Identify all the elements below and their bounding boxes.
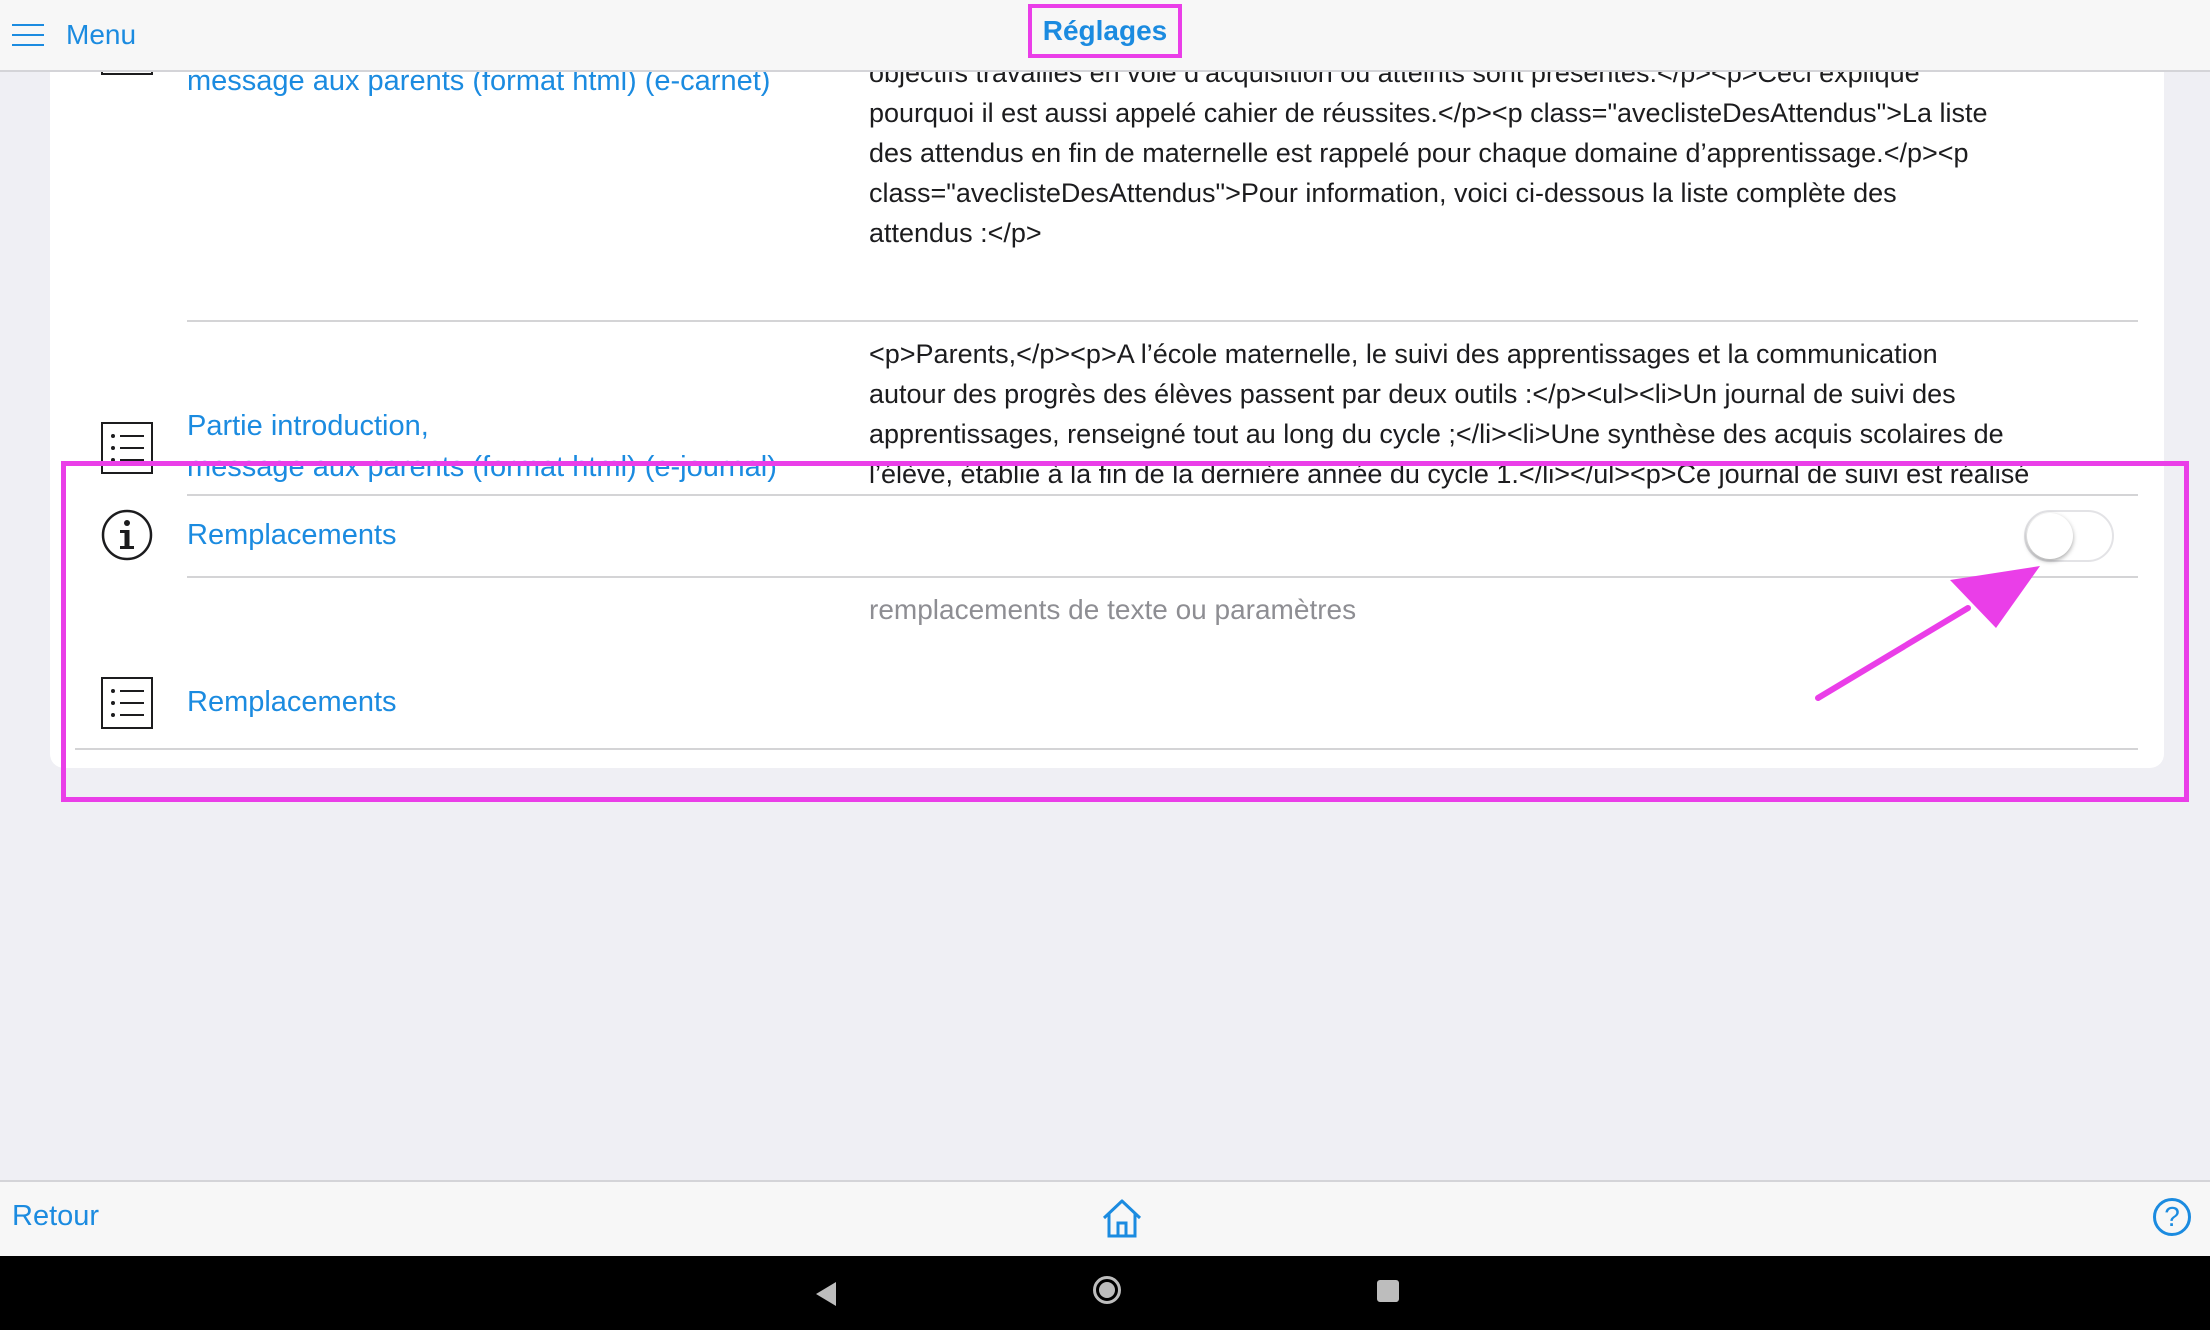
setting-row-intro-carnet[interactable]: message aux parents (format html) (e-car… [50,23,2164,322]
value-line: attendus :</p> [869,218,1042,248]
home-icon[interactable] [1100,1196,1144,1240]
nav-back-icon[interactable] [816,1282,836,1306]
setting-hint: remplacements de texte ou paramètres [869,594,1357,625]
setting-row-remplacements-list[interactable]: remplacements de texte ou paramètres Rem… [50,578,2164,750]
setting-row-remplacements-toggle: Remplacements [50,496,2164,576]
value-line: autour des progrès des élèves passent pa… [869,379,1956,409]
nav-home-icon[interactable] [1093,1276,1121,1304]
value-line: pourquoi il est aussi appelé cahier de r… [869,98,1988,128]
setting-label: Remplacements [187,519,397,551]
list-icon [100,676,154,730]
top-bar: Menu Réglages [0,0,2210,72]
setting-label: Remplacements [187,686,397,718]
setting-value-text: objectifs travaillés en voie d’acquisiti… [869,53,2169,253]
info-icon [100,508,154,562]
toggle-knob [2027,513,2073,559]
help-icon[interactable]: ? [2153,1198,2191,1236]
nav-recent-icon[interactable] [1377,1280,1399,1302]
value-line: <p>Parents,</p><p>A l’école maternelle, … [869,339,1938,369]
row-divider [75,748,2138,750]
setting-label-line1: Partie introduction, [187,410,429,442]
list-icon [100,421,154,475]
value-line: apprentissages, renseigné tout au long d… [869,419,2004,449]
value-line: des attendus en fin de maternelle est ra… [869,138,1969,168]
setting-value-text: <p>Parents,</p><p>A l’école maternelle, … [869,334,2169,494]
hamburger-icon [12,24,44,46]
settings-card: message aux parents (format html) (e-car… [50,23,2164,768]
back-button[interactable]: Retour [12,1200,99,1233]
value-line: l’élève, établie à la fin de la dernière… [869,459,2030,489]
setting-label-line2: message aux parents (format html) (e-jou… [187,451,777,483]
setting-row-intro-journal[interactable]: Partie introduction, message aux parents… [50,322,2164,494]
page-title: Réglages [1028,4,1182,58]
bottom-toolbar: Retour ? [0,1180,2210,1258]
menu-label: Menu [66,19,137,50]
menu-button[interactable]: Menu [12,14,136,56]
system-nav-bar [0,1256,2210,1330]
remplacements-toggle[interactable] [2024,510,2114,562]
value-line: class="aveclisteDesAttendus">Pour inform… [869,178,1897,208]
setting-label: Partie introduction, message aux parents… [187,406,777,488]
